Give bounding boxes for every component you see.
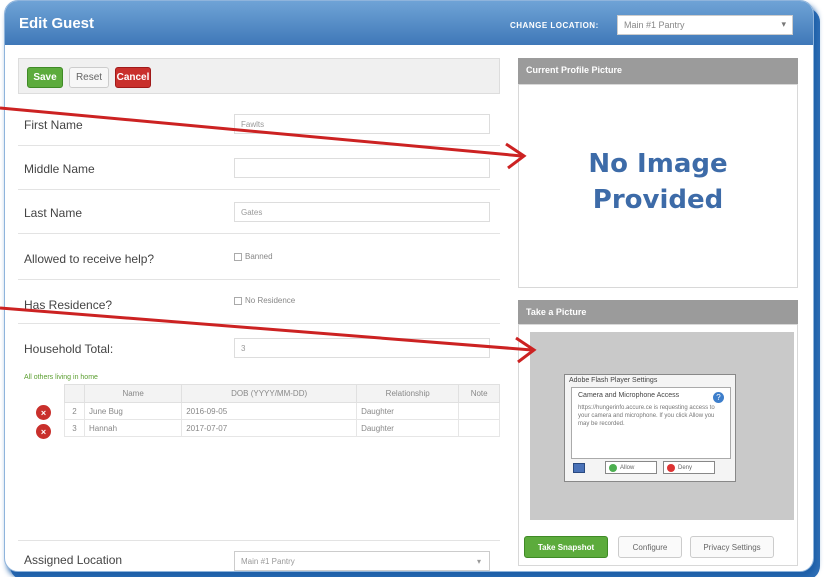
- residence-row: Has Residence? No Residence: [18, 280, 500, 324]
- member-name-field[interactable]: Hannah: [83, 419, 183, 437]
- first-name-label: First Name: [24, 118, 83, 132]
- allow-label: Allow: [620, 464, 635, 471]
- flash-dialog-heading: Camera and Microphone Access: [578, 392, 680, 399]
- first-name-row: First Name Fawlts: [18, 104, 500, 146]
- chevron-down-icon: ▾: [781, 19, 786, 29]
- change-location-label: CHANGE LOCATION:: [510, 21, 599, 30]
- reset-button[interactable]: Reset: [69, 67, 109, 88]
- member-dob-field[interactable]: 2017-07-07: [181, 419, 358, 437]
- no-image-line1: No Image: [588, 149, 728, 179]
- member-dob-field[interactable]: 2016-09-05: [181, 402, 358, 420]
- table-header-relationship: Relationship: [356, 384, 460, 403]
- household-total-field[interactable]: 3: [234, 338, 490, 358]
- table-header-dob: DOB (YYYY/MM-DD): [181, 384, 358, 403]
- no-image-line2: Provided: [592, 185, 724, 215]
- banned-checkbox-group: Banned: [234, 252, 273, 261]
- middle-name-label: Middle Name: [24, 162, 95, 176]
- page-title: Edit Guest: [19, 15, 95, 32]
- household-row: Household Total: 3: [18, 324, 500, 370]
- camera-icon: [573, 463, 585, 473]
- flash-dialog-title: Adobe Flash Player Settings: [569, 377, 658, 384]
- profile-picture-heading: Current Profile Picture: [518, 58, 798, 84]
- household-note: All others living in home: [24, 374, 98, 381]
- member-num: 2: [64, 402, 85, 420]
- deny-icon: [667, 464, 675, 472]
- delete-member-button[interactable]: ×: [36, 424, 51, 439]
- configure-button[interactable]: Configure: [618, 536, 682, 558]
- help-icon[interactable]: ?: [713, 392, 724, 403]
- change-location-select[interactable]: Main #1 Pantry ▾: [617, 15, 793, 35]
- residence-label: Has Residence?: [24, 298, 113, 312]
- no-image-placeholder: No Image Provided: [518, 146, 798, 218]
- flash-settings-dialog: Adobe Flash Player Settings Camera and M…: [564, 374, 736, 482]
- household-label: Household Total:: [24, 342, 114, 356]
- allowed-help-label: Allowed to receive help?: [24, 252, 155, 266]
- assigned-location-label: Assigned Location: [24, 553, 123, 567]
- no-residence-checkbox[interactable]: [234, 296, 242, 305]
- assigned-location-value: Main #1 Pantry: [241, 557, 295, 566]
- table-row: 3 Hannah 2017-07-07 Daughter: [64, 419, 500, 437]
- household-members-table: Name DOB (YYYY/MM-DD) Relationship Note …: [64, 384, 500, 437]
- last-name-field[interactable]: Gates: [234, 202, 490, 222]
- cancel-button[interactable]: Cancel: [115, 67, 151, 88]
- member-note-field[interactable]: [458, 419, 500, 437]
- no-residence-checkbox-label: No Residence: [245, 296, 296, 305]
- no-residence-checkbox-group: No Residence: [234, 296, 295, 305]
- middle-name-row: Middle Name: [18, 146, 500, 190]
- last-name-row: Last Name Gates: [18, 190, 500, 234]
- banned-checkbox[interactable]: [234, 252, 242, 261]
- save-button[interactable]: Save: [27, 67, 63, 88]
- deny-label: Deny: [678, 464, 693, 471]
- member-relationship-field[interactable]: Daughter: [356, 402, 460, 420]
- allowed-help-row: Allowed to receive help? Banned: [18, 234, 500, 280]
- flash-dialog-body: Camera and Microphone Access ? https://h…: [571, 387, 731, 459]
- action-toolbar: Save Reset Cancel: [18, 58, 500, 94]
- table-header-note: Note: [458, 384, 500, 403]
- first-name-field[interactable]: Fawlts: [234, 114, 490, 134]
- change-location-value: Main #1 Pantry: [624, 20, 685, 30]
- privacy-settings-button[interactable]: Privacy Settings: [690, 536, 774, 558]
- title-bar: Edit Guest CHANGE LOCATION: Main #1 Pant…: [5, 1, 813, 45]
- deny-button[interactable]: Deny: [663, 461, 715, 474]
- middle-name-field[interactable]: [234, 158, 490, 178]
- last-name-label: Last Name: [24, 206, 83, 220]
- assigned-location-row: Assigned Location Main #1 Pantry ▾: [18, 540, 500, 572]
- take-picture-heading: Take a Picture: [518, 300, 798, 324]
- member-relationship-field[interactable]: Daughter: [356, 419, 460, 437]
- table-row: 2 June Bug 2016-09-05 Daughter: [64, 402, 500, 420]
- banned-checkbox-label: Banned: [245, 252, 273, 261]
- assigned-location-select[interactable]: Main #1 Pantry ▾: [234, 551, 490, 571]
- allow-button[interactable]: Allow: [605, 461, 657, 474]
- table-header-num: [64, 384, 85, 403]
- member-note-field[interactable]: [458, 402, 500, 420]
- member-num: 3: [64, 419, 85, 437]
- table-header-name: Name: [83, 384, 183, 403]
- table-header-row: Name DOB (YYYY/MM-DD) Relationship Note: [64, 384, 500, 403]
- take-snapshot-button[interactable]: Take Snapshot: [524, 536, 608, 558]
- chevron-down-icon: ▾: [476, 557, 481, 566]
- flash-dialog-text: https://hungerinfo.accure.ce is requesti…: [578, 405, 715, 427]
- delete-member-button[interactable]: ×: [36, 405, 51, 420]
- allow-icon: [609, 464, 617, 472]
- member-name-field[interactable]: June Bug: [83, 402, 183, 420]
